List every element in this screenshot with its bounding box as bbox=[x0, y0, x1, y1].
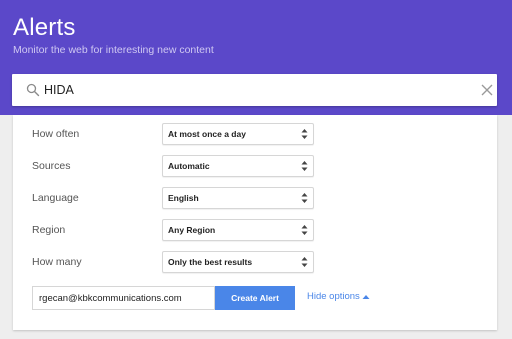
region-value: Any Region bbox=[168, 225, 216, 235]
caret-up-icon[interactable] bbox=[362, 294, 370, 300]
how-often-select[interactable]: At most once a day bbox=[162, 123, 314, 145]
updown-arrows-icon bbox=[301, 257, 308, 267]
updown-arrows-icon bbox=[301, 161, 308, 171]
language-label: Language bbox=[32, 192, 79, 204]
page-subtitle: Monitor the web for interesting new cont… bbox=[13, 44, 214, 56]
sources-value: Automatic bbox=[168, 161, 210, 171]
alerts-page: Alerts Monitor the web for interesting n… bbox=[0, 0, 512, 339]
search-bar bbox=[12, 74, 497, 106]
page-title: Alerts bbox=[13, 14, 76, 41]
alert-options-panel: How often At most once a day Sources Aut… bbox=[13, 115, 497, 330]
updown-arrows-icon bbox=[301, 129, 308, 139]
how-often-value: At most once a day bbox=[168, 129, 246, 139]
language-select[interactable]: English bbox=[162, 187, 314, 209]
how-often-label: How often bbox=[32, 128, 80, 140]
how-many-label: How many bbox=[32, 256, 82, 268]
search-icon bbox=[26, 83, 40, 97]
email-field[interactable] bbox=[32, 286, 215, 310]
region-select[interactable]: Any Region bbox=[162, 219, 314, 241]
how-many-value: Only the best results bbox=[168, 257, 253, 267]
sources-label: Sources bbox=[32, 160, 71, 172]
close-icon[interactable] bbox=[480, 83, 494, 97]
hide-options-link[interactable]: Hide options bbox=[307, 291, 360, 302]
sources-select[interactable]: Automatic bbox=[162, 155, 314, 177]
region-label: Region bbox=[32, 224, 66, 236]
search-input[interactable] bbox=[42, 74, 462, 106]
how-many-select[interactable]: Only the best results bbox=[162, 251, 314, 273]
language-value: English bbox=[168, 193, 199, 203]
updown-arrows-icon bbox=[301, 225, 308, 235]
create-alert-button[interactable]: Create Alert bbox=[215, 286, 295, 310]
updown-arrows-icon bbox=[301, 193, 308, 203]
